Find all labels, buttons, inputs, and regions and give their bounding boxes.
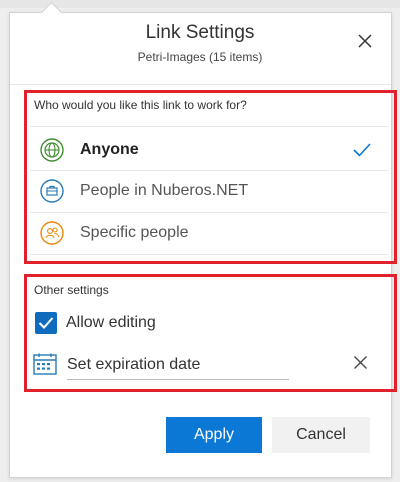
other-settings-heading: Other settings [34, 283, 109, 297]
calendar-icon[interactable] [33, 353, 57, 375]
option-people-in-org[interactable]: People in Nuberos.NET [30, 170, 388, 212]
people-icon [40, 221, 64, 245]
checkbox-check-icon [38, 317, 54, 329]
clear-icon [353, 355, 367, 369]
audience-divider-bottom [30, 254, 388, 255]
header-divider [10, 84, 391, 85]
option-specific-people[interactable]: Specific people [30, 212, 388, 254]
audience-divider-top [30, 126, 388, 127]
top-toolbar-strip [0, 0, 400, 8]
option-specific-people-label: Specific people [80, 224, 189, 241]
dialog-title: Link Settings [145, 22, 255, 43]
clear-expiration-button[interactable] [349, 351, 371, 373]
allow-editing-label: Allow editing [66, 314, 156, 331]
option-anyone-label: Anyone [80, 141, 139, 158]
checkmark-icon [353, 143, 371, 157]
globe-icon [40, 138, 64, 162]
dialog-subtitle: Petri-Images (15 items) [137, 50, 263, 64]
close-button[interactable] [352, 28, 378, 54]
audience-question: Who would you like this link to work for… [34, 98, 247, 112]
option-people-in-org-label: People in Nuberos.NET [80, 182, 249, 199]
expiration-date-input[interactable] [67, 351, 289, 380]
allow-editing-checkbox[interactable] [35, 312, 57, 334]
close-icon [358, 34, 372, 48]
option-anyone[interactable]: Anyone [30, 129, 388, 171]
organization-briefcase-icon [40, 179, 64, 203]
apply-button[interactable]: Apply [166, 417, 262, 453]
cancel-button[interactable]: Cancel [272, 417, 370, 453]
